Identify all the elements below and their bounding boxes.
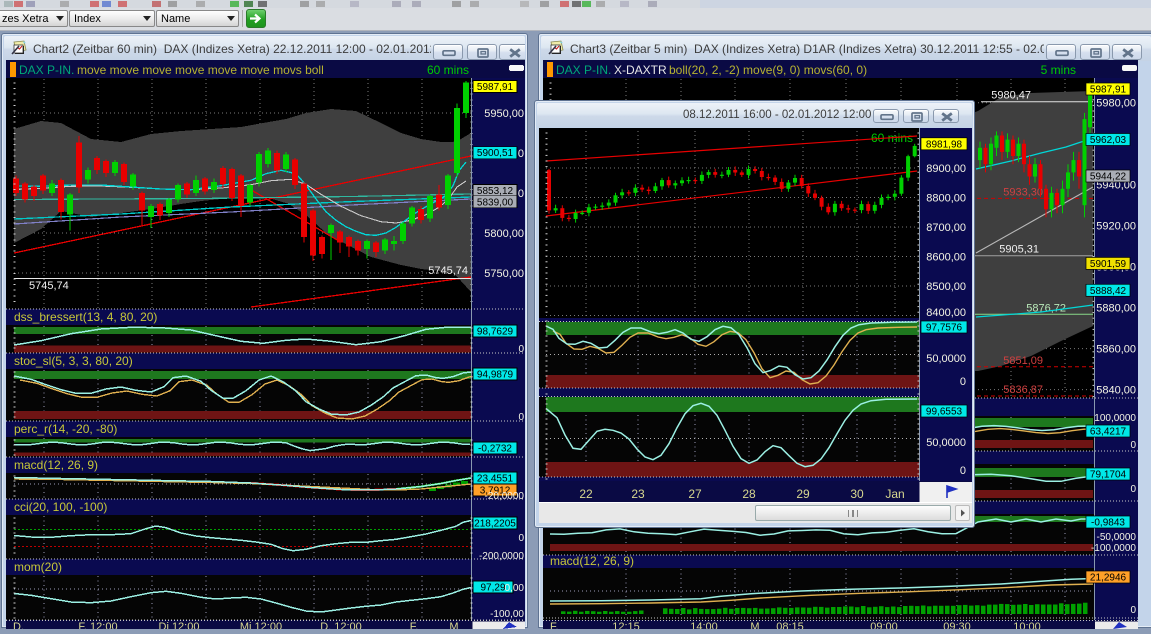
svg-text:5980,47: 5980,47 xyxy=(991,90,1031,102)
svg-text:22: 22 xyxy=(579,487,593,501)
svg-text:63,4217: 63,4217 xyxy=(1090,427,1127,438)
svg-text:5901,59: 5901,59 xyxy=(1090,259,1127,270)
svg-text:perc_r(14, -20, -80): perc_r(14, -20, -80) xyxy=(14,422,117,436)
svg-text:5905,31: 5905,31 xyxy=(999,244,1039,256)
svg-text:0: 0 xyxy=(1130,605,1136,616)
svg-text:stoc_sl(5, 3, 3, 80, 20): stoc_sl(5, 3, 3, 80, 20) xyxy=(14,354,133,368)
svg-text:5745,74: 5745,74 xyxy=(428,265,468,277)
svg-text:23: 23 xyxy=(631,487,645,501)
svg-text:-0,2732: -0,2732 xyxy=(478,444,512,455)
svg-text:29: 29 xyxy=(796,487,810,501)
svg-text:28: 28 xyxy=(742,487,756,501)
svg-text:0: 0 xyxy=(518,533,524,544)
svg-text:5944,22: 5944,22 xyxy=(1090,172,1127,183)
svg-text:8981,98: 8981,98 xyxy=(926,139,963,150)
svg-text:8400,00: 8400,00 xyxy=(926,307,966,319)
svg-text:-0,9843: -0,9843 xyxy=(1091,518,1125,529)
svg-text:8800,00: 8800,00 xyxy=(926,193,966,205)
svg-text:8700,00: 8700,00 xyxy=(926,222,966,234)
svg-text:5980,00: 5980,00 xyxy=(1096,98,1136,110)
svg-text:8500,00: 8500,00 xyxy=(926,281,966,293)
svg-text:0,00: 0,00 xyxy=(505,583,525,594)
svg-text:5987,91: 5987,91 xyxy=(477,82,514,93)
svg-text:23,4551: 23,4551 xyxy=(477,474,514,485)
svg-text:Jan: Jan xyxy=(885,487,904,501)
svg-text:94,9879: 94,9879 xyxy=(477,370,514,381)
svg-text:0: 0 xyxy=(960,376,966,388)
svg-text:5800,00: 5800,00 xyxy=(484,228,524,240)
svg-text:DAX P-IN.: DAX P-IN. xyxy=(19,63,74,77)
svg-text:5851,09: 5851,09 xyxy=(1003,355,1043,367)
svg-text:27: 27 xyxy=(688,487,702,501)
svg-text:5950,00: 5950,00 xyxy=(484,108,524,120)
svg-text:5 mins: 5 mins xyxy=(1041,63,1076,77)
svg-text:60 mins: 60 mins xyxy=(427,63,469,77)
svg-text:dss_bressert(13, 4, 80, 20): dss_bressert(13, 4, 80, 20) xyxy=(14,310,157,324)
svg-text:move move move move move move: move move move move move move movs boll xyxy=(77,63,324,77)
svg-text:macd(12, 26, 9): macd(12, 26, 9) xyxy=(14,458,98,472)
svg-text:5750,00: 5750,00 xyxy=(484,268,524,280)
svg-text:macd(12, 26, 9): macd(12, 26, 9) xyxy=(550,554,634,568)
svg-text:0: 0 xyxy=(960,465,966,477)
svg-text:-100,00: -100,00 xyxy=(490,609,524,620)
svg-text:X-DAXTR: X-DAXTR xyxy=(614,63,667,77)
svg-text:-200,0000: -200,0000 xyxy=(479,551,524,562)
svg-text:30: 30 xyxy=(850,487,864,501)
svg-text:5900,51: 5900,51 xyxy=(477,148,514,159)
svg-text:5933,30: 5933,30 xyxy=(1003,186,1043,198)
svg-text:-50,0000: -50,0000 xyxy=(1097,532,1137,543)
svg-text:5962,03: 5962,03 xyxy=(1090,135,1127,146)
svg-text:50,0000: 50,0000 xyxy=(926,353,966,365)
svg-text:8900,00: 8900,00 xyxy=(926,163,966,175)
svg-text:-100,0000: -100,0000 xyxy=(1091,543,1136,554)
svg-text:5839,00: 5839,00 xyxy=(477,197,514,208)
svg-text:97,29: 97,29 xyxy=(480,583,505,594)
svg-text:-20,0000: -20,0000 xyxy=(485,491,525,502)
svg-text:boll(20, 2, -2) move(9, 0) mov: boll(20, 2, -2) move(9, 0) movs(60, 0) xyxy=(669,63,867,77)
svg-text:5853,12: 5853,12 xyxy=(477,186,514,197)
svg-text:21,2946: 21,2946 xyxy=(1090,573,1127,584)
svg-text:5836,87: 5836,87 xyxy=(1003,384,1043,396)
svg-text:50,0000: 50,0000 xyxy=(926,437,966,449)
svg-text:0: 0 xyxy=(1130,484,1136,495)
svg-text:5888,42: 5888,42 xyxy=(1090,286,1127,297)
svg-text:mom(20): mom(20) xyxy=(14,560,62,574)
svg-text:5880,00: 5880,00 xyxy=(1096,303,1136,315)
svg-text:100,0000: 100,0000 xyxy=(1094,413,1136,424)
svg-text:79,1704: 79,1704 xyxy=(1090,470,1127,481)
svg-text:5840,00: 5840,00 xyxy=(1096,385,1136,397)
svg-text:5987,91: 5987,91 xyxy=(1090,85,1127,96)
svg-text:cci(20, 100, -100): cci(20, 100, -100) xyxy=(14,500,107,514)
svg-text:8600,00: 8600,00 xyxy=(926,252,966,264)
svg-text:218,2205: 218,2205 xyxy=(474,519,516,530)
svg-text:98,7629: 98,7629 xyxy=(477,327,514,338)
svg-text:5920,00: 5920,00 xyxy=(1096,221,1136,233)
svg-text:5745,74: 5745,74 xyxy=(29,280,69,292)
svg-text:97,7576: 97,7576 xyxy=(926,323,963,334)
svg-text:99,6553: 99,6553 xyxy=(926,407,963,418)
svg-text:DAX P-IN.: DAX P-IN. xyxy=(556,63,611,77)
svg-text:0: 0 xyxy=(1130,440,1136,451)
svg-text:5860,00: 5860,00 xyxy=(1096,344,1136,356)
